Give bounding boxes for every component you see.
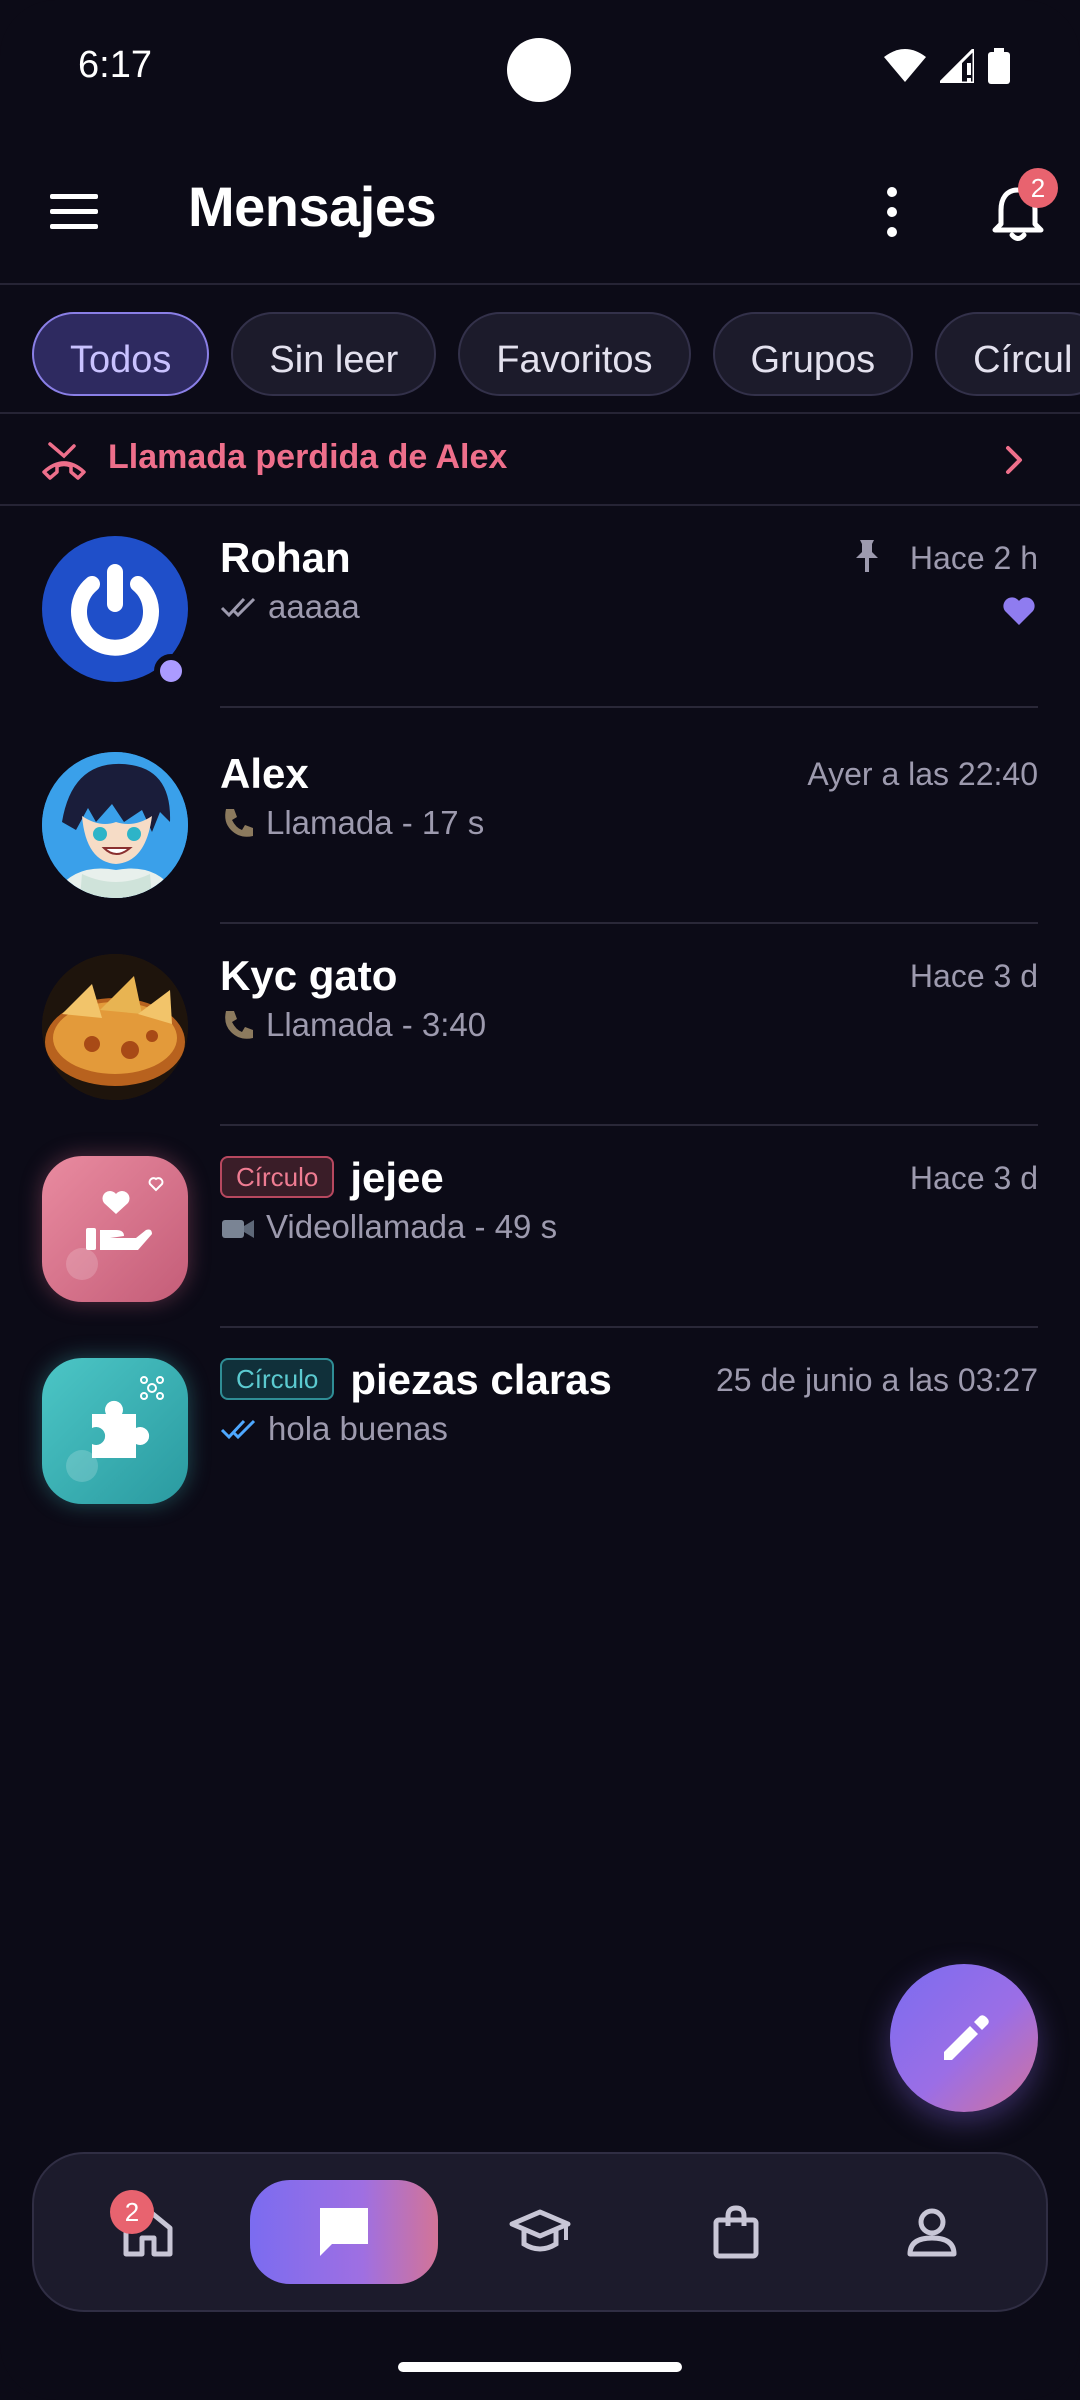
conversation-name: Círculo jejee [220, 1154, 444, 1202]
conversation-name-text: jejee [350, 1154, 444, 1201]
menu-icon [50, 194, 98, 229]
conversation-divider [220, 706, 1038, 708]
status-time: 6:17 [78, 44, 152, 86]
graduation-cap-icon [509, 2209, 571, 2252]
conversation-time: 25 de junio a las 03:27 [715, 1362, 1038, 1398]
nav-home[interactable] [54, 2180, 242, 2284]
double-check-read-icon [220, 1419, 256, 1440]
menu-button[interactable] [42, 180, 106, 244]
shopping-bag-icon [713, 2205, 759, 2259]
anime-character-avatar [42, 752, 188, 898]
pin-icon [856, 540, 878, 572]
header-divider [0, 283, 1080, 285]
puzzle-piece-icon [66, 1376, 164, 1482]
cellular-signal-icon [940, 49, 974, 83]
bottom-navigation [32, 2152, 1048, 2312]
notification-badge: 2 [1018, 168, 1058, 208]
filter-chip-todos[interactable]: Todos [32, 312, 210, 396]
filter-chip-favoritos[interactable]: Favoritos [458, 312, 691, 396]
phone-icon [225, 809, 253, 837]
phone-icon [225, 1011, 253, 1039]
nav-shop[interactable] [642, 2180, 830, 2284]
missed-call-banner[interactable]: Llamada perdida de Alex [0, 414, 1080, 506]
circle-tag: Círculo [220, 1155, 335, 1198]
conversation-preview: aaaaa [220, 588, 360, 626]
conversation-name: Círculo piezas claras [220, 1356, 612, 1404]
conversation-preview: Llamada - 3:40 [220, 1006, 486, 1044]
conversation-item-alex[interactable]: Alex Ayer a las 22:40 Llamada - 17 s [0, 722, 1080, 924]
conversation-item-jejee[interactable]: Círculo jejee Hace 3 d Videollamada - 49 … [0, 1126, 1080, 1328]
filter-chip-sin-leer[interactable]: Sin leer [231, 312, 437, 396]
circle-avatar [42, 1156, 188, 1302]
avatar [42, 954, 188, 1100]
profile-icon [907, 2208, 957, 2257]
filter-chips: Todos Sin leer Favoritos Grupos Círcul [32, 312, 1080, 396]
preview-text: Llamada - 3:40 [266, 1006, 487, 1043]
missed-call-text: Llamada perdida de Alex [108, 438, 508, 476]
circle-tag: Círculo [220, 1357, 335, 1400]
double-check-icon [220, 597, 256, 618]
conversation-item-rohan[interactable]: Rohan Hace 2 h aaaaa [0, 506, 1080, 708]
wifi-icon [884, 49, 926, 82]
filter-chip-circulos[interactable]: Círcul [935, 312, 1080, 396]
conversation-time: Hace 3 d [909, 1160, 1038, 1196]
circle-avatar [42, 1358, 188, 1504]
avatar [42, 752, 188, 898]
conversation-time: Hace 3 d [909, 958, 1038, 994]
status-bar: 6:17 [0, 0, 1080, 130]
missed-call-icon [42, 442, 86, 480]
conversation-item-kyc-gato[interactable]: Kyc gato Hace 3 d Llamada - 3:40 [0, 924, 1080, 1126]
food-photo-avatar [42, 954, 188, 1100]
status-icons [884, 48, 1010, 84]
video-camera-icon [222, 1220, 254, 1238]
conversation-preview: hola buenas [220, 1410, 448, 1448]
preview-text: Llamada - 17 s [266, 804, 485, 841]
online-indicator [154, 654, 188, 688]
more-options-button[interactable] [862, 180, 922, 244]
conversation-name: Kyc gato [220, 952, 398, 999]
heart-icon [1003, 597, 1035, 625]
conversation-item-piezas-claras[interactable]: Círculo piezas claras 25 de junio a las 0… [0, 1328, 1080, 1530]
pencil-icon [944, 2015, 989, 2060]
nav-profile[interactable] [838, 2180, 1026, 2284]
conversation-name: Rohan [220, 534, 351, 581]
conversation-preview: Videollamada - 49 s [220, 1208, 557, 1246]
page-title: Mensajes [188, 175, 437, 238]
filter-chip-grupos[interactable]: Grupos [712, 312, 914, 396]
battery-icon [988, 48, 1010, 84]
hand-heart-icon [66, 1177, 164, 1280]
messages-screen: 6:17 Mensajes 2 Todos Sin leer Favoritos… [0, 0, 1080, 2400]
conversation-name-text: piezas claras [350, 1356, 612, 1403]
chevron-right-icon [1006, 446, 1022, 474]
nav-learning[interactable] [446, 2180, 634, 2284]
preview-text: hola buenas [268, 1410, 448, 1447]
home-badge: 2 [110, 2190, 154, 2234]
conversation-time: Ayer a las 22:40 [807, 756, 1038, 792]
chat-icon [320, 2208, 368, 2256]
compose-message-button[interactable] [890, 1964, 1038, 2112]
home-indicator [398, 2362, 682, 2372]
camera-cutout [507, 38, 571, 102]
preview-text: aaaaa [268, 588, 360, 625]
conversation-name: Alex [220, 750, 309, 797]
conversation-preview: Llamada - 17 s [220, 804, 484, 842]
preview-text: Videollamada - 49 s [266, 1208, 558, 1245]
conversation-time: Hace 2 h [909, 540, 1038, 576]
more-vertical-icon [887, 187, 897, 237]
app-header: Mensajes [0, 150, 1080, 280]
nav-messages[interactable] [250, 2180, 438, 2284]
